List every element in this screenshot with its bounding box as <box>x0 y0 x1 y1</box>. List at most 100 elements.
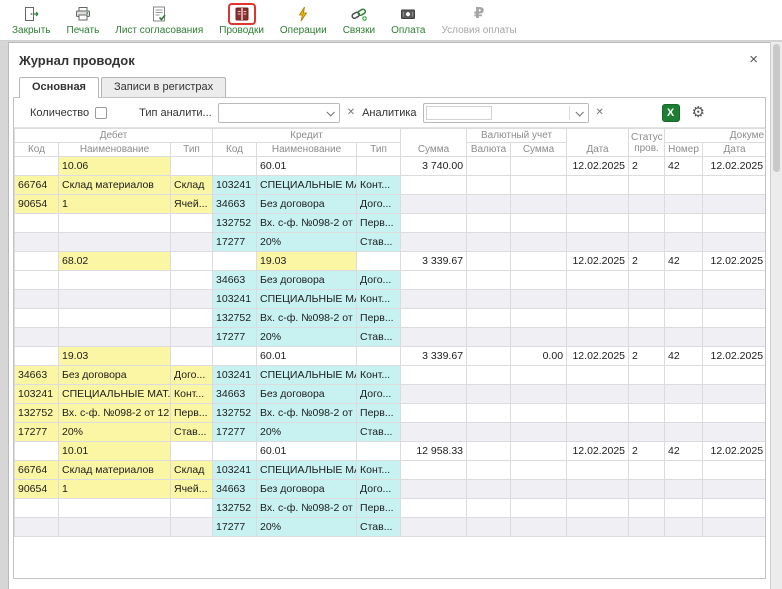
cell-status[interactable] <box>629 461 665 480</box>
cell-status[interactable] <box>629 499 665 518</box>
cell-doc-date[interactable] <box>703 328 765 347</box>
cell-dt-type[interactable]: Перв... <box>171 404 213 423</box>
cell-sum[interactable]: 12 958.33 <box>401 442 467 461</box>
cell-kt-type[interactable] <box>357 442 401 461</box>
cell-kt-name[interactable]: СПЕЦИАЛЬНЫЕ МАТ... <box>257 461 357 480</box>
cell-sum[interactable] <box>401 385 467 404</box>
cell-dt-type[interactable]: Конт... <box>171 385 213 404</box>
cell-doc-number[interactable]: 42 <box>665 347 703 366</box>
cell-currency[interactable] <box>467 328 511 347</box>
cell-kt-account[interactable]: 60.01 <box>257 442 357 461</box>
cell-currency[interactable] <box>467 195 511 214</box>
cell-dt-type[interactable]: Дого... <box>171 366 213 385</box>
cell-date[interactable] <box>567 176 629 195</box>
cell-kt-name[interactable]: Вх. с-ф. №098-2 от 12... <box>257 214 357 233</box>
toolbar-button-operations[interactable]: Операции <box>274 2 333 38</box>
cell-doc-number[interactable] <box>665 176 703 195</box>
cell-dt-name[interactable] <box>59 271 171 290</box>
tab-register-entries[interactable]: Записи в регистрах <box>101 77 226 97</box>
cell-kt-name[interactable]: 20% <box>257 423 357 442</box>
cell-doc-number[interactable] <box>665 309 703 328</box>
cell-date[interactable] <box>567 366 629 385</box>
cell-sum[interactable] <box>401 214 467 233</box>
cell-doc-number[interactable]: 42 <box>665 252 703 271</box>
cell-currency-sum[interactable] <box>511 214 567 233</box>
cell-doc-number[interactable] <box>665 480 703 499</box>
cell-date[interactable] <box>567 309 629 328</box>
cell-dt-code[interactable] <box>15 252 59 271</box>
cell-dt-code[interactable]: 66764 <box>15 176 59 195</box>
cell-dt-account[interactable]: 19.03 <box>59 347 171 366</box>
cell-currency-sum[interactable] <box>511 195 567 214</box>
cell-dt-code[interactable]: 17277 <box>15 423 59 442</box>
cell-dt-type[interactable] <box>171 233 213 252</box>
analytics-type-combo[interactable] <box>218 103 340 123</box>
cell-kt-name[interactable]: Вх. с-ф. №098-2 от 12... <box>257 404 357 423</box>
cell-doc-number[interactable] <box>665 233 703 252</box>
clear-analytics-icon[interactable]: ✕ <box>595 107 605 118</box>
cell-sum[interactable] <box>401 461 467 480</box>
cell-kt-name[interactable]: СПЕЦИАЛЬНЫЕ МАТ... <box>257 176 357 195</box>
cell-doc-number[interactable] <box>665 328 703 347</box>
cell-currency-sum[interactable] <box>511 176 567 195</box>
cell-kt-name[interactable]: СПЕЦИАЛЬНЫЕ МАТ... <box>257 366 357 385</box>
cell-kt-name[interactable]: Вх. с-ф. №098-2 от 12... <box>257 499 357 518</box>
vertical-scrollbar-thumb[interactable] <box>773 44 780 172</box>
cell-dt-type[interactable] <box>171 290 213 309</box>
cell-status[interactable] <box>629 195 665 214</box>
cell-currency[interactable] <box>467 347 511 366</box>
cell-dt-code[interactable] <box>15 328 59 347</box>
cell-status[interactable] <box>629 309 665 328</box>
cell-dt-account[interactable]: 10.01 <box>59 442 171 461</box>
cell-doc-number[interactable] <box>665 404 703 423</box>
cell-kt-name[interactable]: Без договора <box>257 271 357 290</box>
cell-status[interactable]: 2 <box>629 347 665 366</box>
cell-kt-code[interactable]: 34663 <box>213 195 257 214</box>
cell-status[interactable]: 2 <box>629 157 665 176</box>
cell-kt-type[interactable] <box>357 347 401 366</box>
cell-doc-number[interactable] <box>665 271 703 290</box>
cell-status[interactable] <box>629 518 665 537</box>
cell-sum[interactable]: 3 740.00 <box>401 157 467 176</box>
cell-doc-date[interactable]: 12.02.2025 <box>703 157 765 176</box>
cell-dt-account[interactable]: 10.06 <box>59 157 171 176</box>
cell-kt-code[interactable]: 17277 <box>213 328 257 347</box>
cell-dt-type[interactable] <box>171 499 213 518</box>
cell-kt-code[interactable]: 17277 <box>213 423 257 442</box>
cell-currency[interactable] <box>467 271 511 290</box>
cell-status[interactable] <box>629 233 665 252</box>
cell-dt-code[interactable] <box>15 442 59 461</box>
cell-sum[interactable] <box>401 480 467 499</box>
cell-doc-number[interactable] <box>665 499 703 518</box>
cell-date[interactable]: 12.02.2025 <box>567 442 629 461</box>
excel-export-button[interactable]: X <box>662 104 680 122</box>
toolbar-button-approval-sheet[interactable]: Лист согласования <box>109 2 209 38</box>
cell-dt-code[interactable]: 66764 <box>15 461 59 480</box>
cell-dt-code[interactable]: 132752 <box>15 404 59 423</box>
cell-status[interactable] <box>629 366 665 385</box>
cell-dt-name[interactable] <box>59 328 171 347</box>
cell-status[interactable] <box>629 328 665 347</box>
cell-doc-number[interactable] <box>665 214 703 233</box>
cell-sum[interactable] <box>401 309 467 328</box>
cell-kt-name[interactable]: Вх. с-ф. №098-2 от 12... <box>257 309 357 328</box>
cell-doc-date[interactable] <box>703 309 765 328</box>
cell-dt-name[interactable] <box>59 499 171 518</box>
cell-dt-type[interactable] <box>171 157 213 176</box>
cell-currency-sum[interactable] <box>511 271 567 290</box>
cell-doc-date[interactable] <box>703 214 765 233</box>
cell-kt-type[interactable]: Конт... <box>357 176 401 195</box>
cell-dt-account[interactable]: 68.02 <box>59 252 171 271</box>
cell-dt-type[interactable]: Ячей... <box>171 195 213 214</box>
cell-dt-name[interactable]: СПЕЦИАЛЬНЫЕ МАТ... <box>59 385 171 404</box>
toolbar-button-payment[interactable]: Оплата <box>385 2 431 38</box>
cell-currency-sum[interactable] <box>511 499 567 518</box>
cell-kt-code[interactable]: 17277 <box>213 518 257 537</box>
cell-kt-code[interactable] <box>213 157 257 176</box>
cell-currency-sum[interactable] <box>511 252 567 271</box>
clear-analytics-type-icon[interactable]: ✕ <box>346 107 356 118</box>
cell-kt-type[interactable]: Перв... <box>357 404 401 423</box>
cell-dt-name[interactable]: 1 <box>59 195 171 214</box>
settings-gear-icon[interactable]: ⚙ <box>692 104 705 122</box>
toolbar-button-postings[interactable]: Проводки <box>213 2 270 38</box>
